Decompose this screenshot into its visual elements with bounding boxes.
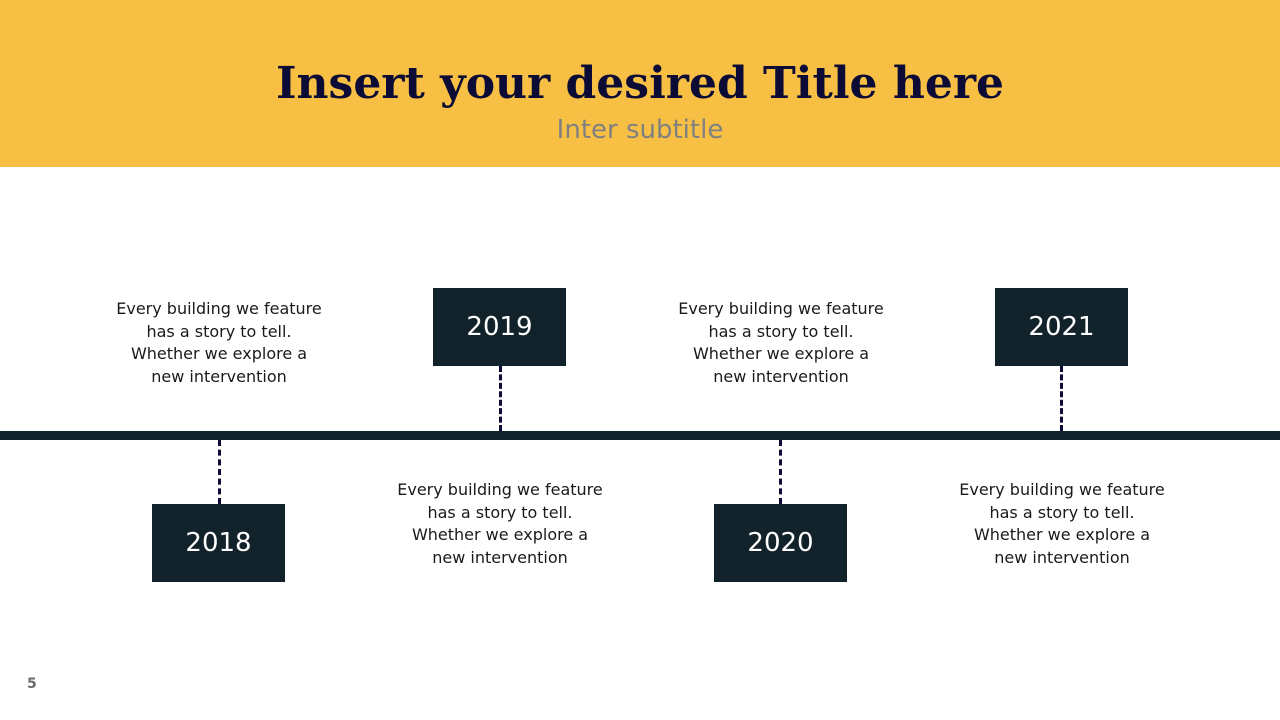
- milestone-year-label: 2020: [747, 528, 814, 558]
- description-line: Whether we explore a: [411, 525, 589, 544]
- description-line: has a story to tell.: [708, 321, 854, 341]
- milestone-connector-2021: [1060, 366, 1063, 431]
- description-line: Every building we feature: [116, 299, 322, 318]
- slide-title: Insert your desired Title here: [275, 58, 1005, 109]
- description-line: Whether we explore a: [973, 525, 1151, 544]
- milestone-year-label: 2019: [466, 312, 533, 342]
- milestone-year-box-2018: 2018: [152, 504, 285, 582]
- description-line: Every building we feature: [397, 480, 603, 499]
- page-number: 5: [27, 676, 37, 692]
- milestone-year-label: 2021: [1028, 312, 1095, 342]
- slide-subtitle: Inter subtitle: [556, 115, 724, 145]
- milestone-connector-2018: [218, 440, 221, 504]
- description-line: Whether we explore a: [692, 344, 870, 363]
- description-line: new intervention: [994, 547, 1130, 567]
- milestone-year-box-2019: 2019: [433, 288, 566, 366]
- description-line: Every building we feature: [678, 299, 884, 318]
- milestone-description-2018: Every building we feature has a story to…: [99, 298, 339, 388]
- description-line: Whether we explore a: [130, 344, 308, 363]
- milestone-year-label: 2018: [185, 528, 252, 558]
- milestone-description-2021: Every building we feature has a story to…: [942, 479, 1182, 569]
- description-line: new intervention: [432, 547, 568, 567]
- description-line: new intervention: [151, 366, 287, 386]
- milestone-description-2020: Every building we feature has a story to…: [661, 298, 901, 388]
- milestone-connector-2019: [499, 366, 502, 431]
- description-line: Every building we feature: [959, 480, 1165, 499]
- milestone-description-2019: Every building we feature has a story to…: [380, 479, 620, 569]
- description-line: has a story to tell.: [427, 502, 573, 522]
- description-line: has a story to tell.: [146, 321, 292, 341]
- milestone-connector-2020: [779, 440, 782, 504]
- description-line: has a story to tell.: [989, 502, 1135, 522]
- description-line: new intervention: [713, 366, 849, 386]
- milestone-year-box-2020: 2020: [714, 504, 847, 582]
- timeline-axis: [0, 431, 1280, 440]
- milestone-year-box-2021: 2021: [995, 288, 1128, 366]
